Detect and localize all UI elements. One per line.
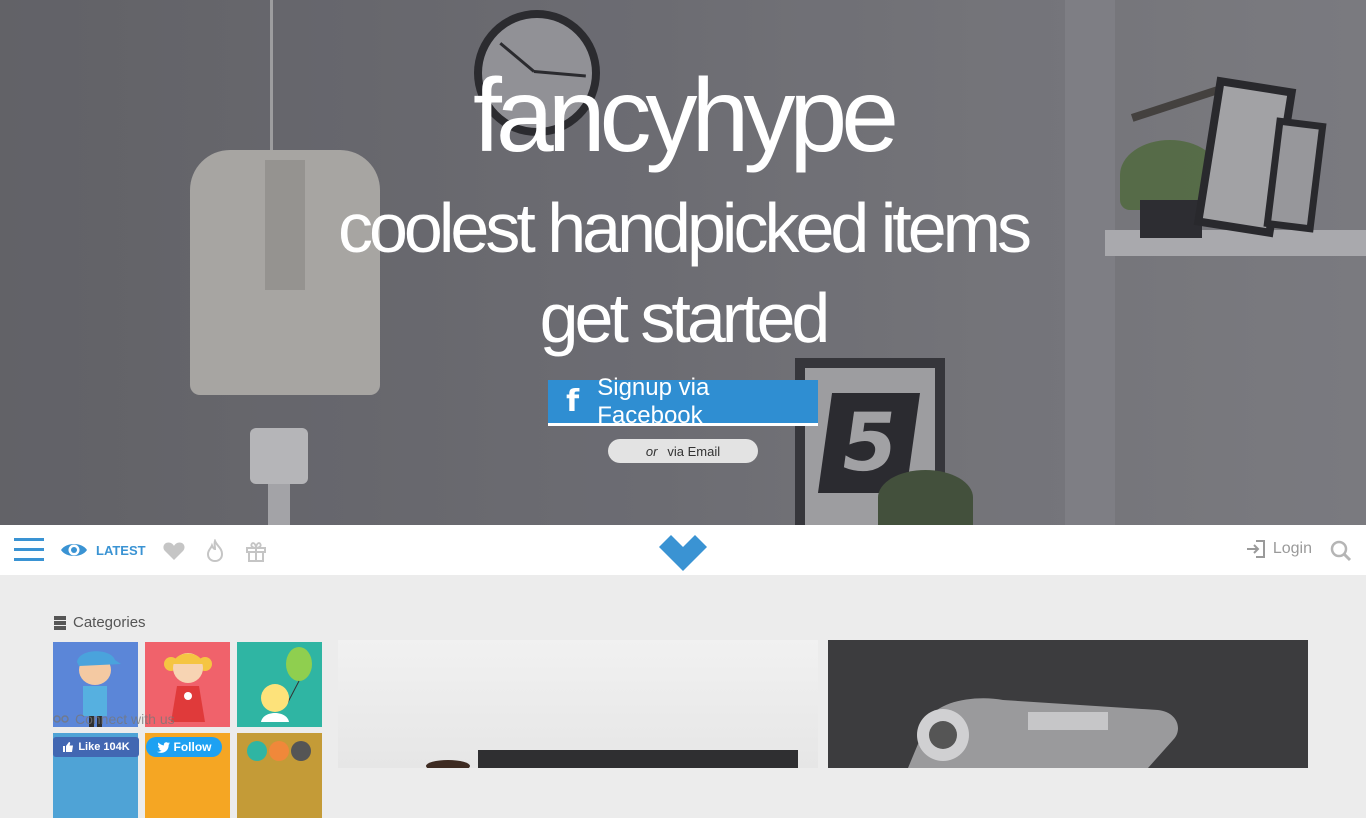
- get-started-heading: get started: [539, 279, 831, 357]
- archive-icon: [54, 615, 66, 630]
- facebook-like-button[interactable]: Like 104K: [53, 737, 139, 757]
- brand-title: fancyhype: [472, 58, 899, 174]
- tools-icon: [247, 741, 311, 761]
- eye-icon: [61, 544, 87, 556]
- thumbs-up-icon: [63, 742, 74, 752]
- connect-heading: Connect with us: [53, 711, 175, 727]
- kid-balloon-illustration-icon: [261, 647, 312, 722]
- follow-label: Follow: [173, 740, 212, 754]
- product-card-2[interactable]: [828, 640, 1308, 768]
- email-signup-button[interactable]: or via Email: [608, 439, 758, 463]
- tagline: coolest handpicked items: [338, 189, 1032, 267]
- product-image: [426, 750, 798, 768]
- facebook-signup-button[interactable]: f Signup via Facebook: [548, 374, 818, 429]
- or-label: or: [645, 443, 658, 459]
- like-label: Like 104K: [78, 741, 130, 753]
- categories-label: Categories: [73, 614, 146, 631]
- menu-icon[interactable]: [14, 538, 44, 562]
- nav-latest[interactable]: LATEST: [60, 539, 146, 561]
- heart-icon[interactable]: [162, 539, 186, 563]
- hero-banner: 5 fancyhype coolest handpicked items get…: [0, 0, 1366, 525]
- product-image-2: [908, 698, 1178, 768]
- gift-icon[interactable]: [244, 539, 268, 563]
- logo-heart-icon[interactable]: [657, 527, 709, 571]
- share-icon: [53, 715, 69, 723]
- categories-heading: Categories: [53, 614, 146, 631]
- login-button[interactable]: Login: [1245, 539, 1312, 559]
- category-tile-kid-balloon[interactable]: [237, 642, 322, 727]
- fire-icon[interactable]: [203, 539, 227, 563]
- category-tile-tools[interactable]: [237, 733, 322, 818]
- login-label: Login: [1272, 540, 1312, 557]
- twitter-follow-button[interactable]: Follow: [146, 737, 222, 757]
- nav-latest-label: LATEST: [96, 542, 146, 558]
- product-card[interactable]: [338, 640, 818, 768]
- connect-label: Connect with us: [75, 711, 175, 727]
- search-icon[interactable]: [1330, 540, 1352, 562]
- email-signup-label: via Email: [667, 443, 721, 459]
- login-icon: [1246, 540, 1265, 558]
- facebook-signup-label: Signup via Facebook: [597, 373, 710, 429]
- twitter-bird-icon: [156, 741, 170, 753]
- facebook-icon: f: [566, 384, 580, 419]
